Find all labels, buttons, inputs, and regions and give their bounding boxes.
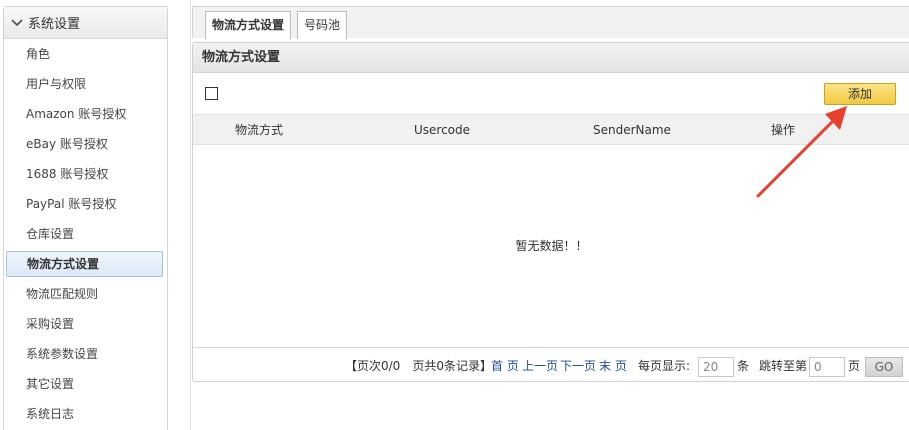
sidebar-item-system-params[interactable]: 系统参数设置 bbox=[4, 339, 167, 369]
select-all-checkbox[interactable] bbox=[205, 87, 218, 100]
per-page-label: 每页显示: bbox=[638, 359, 691, 373]
jump-unit: 页 bbox=[848, 359, 861, 373]
panel-title: 物流方式设置 bbox=[193, 43, 909, 73]
sidebar-section-header[interactable]: 系统设置 bbox=[4, 7, 167, 39]
sidebar-item-1688-auth[interactable]: 1688 账号授权 bbox=[4, 159, 167, 189]
empty-state-text: 暂无数据！！ bbox=[515, 239, 588, 253]
sidebar: 系统设置 角色 用户与权限 Amazon 账号授权 eBay 账号授权 1688… bbox=[3, 6, 168, 430]
table-header: 物流方式 Usercode SenderName 操作 bbox=[193, 115, 909, 145]
column-header-usercode: Usercode bbox=[414, 123, 471, 137]
pager-summary: 【页次0/0 页共0条记录】 bbox=[345, 359, 492, 373]
jump-page-input[interactable] bbox=[809, 357, 845, 377]
pager-last-link[interactable]: 末 页 bbox=[599, 348, 627, 384]
tab-bar: 物流方式设置 号码池 bbox=[192, 6, 909, 39]
sidebar-menu: 角色 用户与权限 Amazon 账号授权 eBay 账号授权 1688 账号授权… bbox=[4, 39, 167, 429]
pager-first-link[interactable]: 首 页 bbox=[491, 348, 519, 384]
pager-next-link[interactable]: 下一页 bbox=[560, 348, 596, 384]
sidebar-item-shipping-rules[interactable]: 物流匹配规则 bbox=[4, 279, 167, 309]
toolbar: 添加 bbox=[193, 73, 909, 115]
tab-number-pool[interactable]: 号码池 bbox=[297, 11, 348, 39]
go-button[interactable]: GO bbox=[865, 357, 903, 377]
sidebar-item-roles[interactable]: 角色 bbox=[4, 39, 167, 69]
main-panel: 物流方式设置 添加 物流方式 Usercode SenderName 操作 暂无… bbox=[192, 42, 909, 382]
per-page-unit: 条 bbox=[737, 359, 750, 373]
jump-label: 跳转至第 bbox=[759, 359, 808, 373]
chevron-down-icon bbox=[11, 18, 23, 26]
sidebar-item-shipping-methods[interactable]: 物流方式设置 bbox=[6, 251, 163, 277]
sidebar-item-paypal-auth[interactable]: PayPal 账号授权 bbox=[4, 189, 167, 219]
sidebar-item-system-log[interactable]: 系统日志 bbox=[4, 399, 167, 429]
add-button[interactable]: 添加 bbox=[824, 83, 896, 105]
pager-prev-link[interactable]: 上一页 bbox=[522, 348, 558, 384]
sidebar-item-users-permissions[interactable]: 用户与权限 bbox=[4, 69, 167, 99]
sidebar-item-purchase[interactable]: 采购设置 bbox=[4, 309, 167, 339]
divider bbox=[190, 0, 191, 430]
sidebar-item-amazon-auth[interactable]: Amazon 账号授权 bbox=[4, 99, 167, 129]
sidebar-item-other-settings[interactable]: 其它设置 bbox=[4, 369, 167, 399]
column-header-sendername: SenderName bbox=[593, 123, 671, 137]
tab-shipping-methods[interactable]: 物流方式设置 bbox=[205, 11, 292, 39]
sidebar-item-warehouse[interactable]: 仓库设置 bbox=[4, 219, 167, 249]
pagination: 【页次0/0 页共0条记录】 首 页 上一页 下一页 末 页 每页显示: 条 跳… bbox=[193, 347, 909, 383]
sidebar-item-ebay-auth[interactable]: eBay 账号授权 bbox=[4, 129, 167, 159]
sidebar-section-title: 系统设置 bbox=[28, 17, 81, 32]
column-header-actions: 操作 bbox=[771, 123, 796, 137]
per-page-input[interactable] bbox=[698, 357, 734, 377]
column-header-method: 物流方式 bbox=[235, 123, 284, 137]
